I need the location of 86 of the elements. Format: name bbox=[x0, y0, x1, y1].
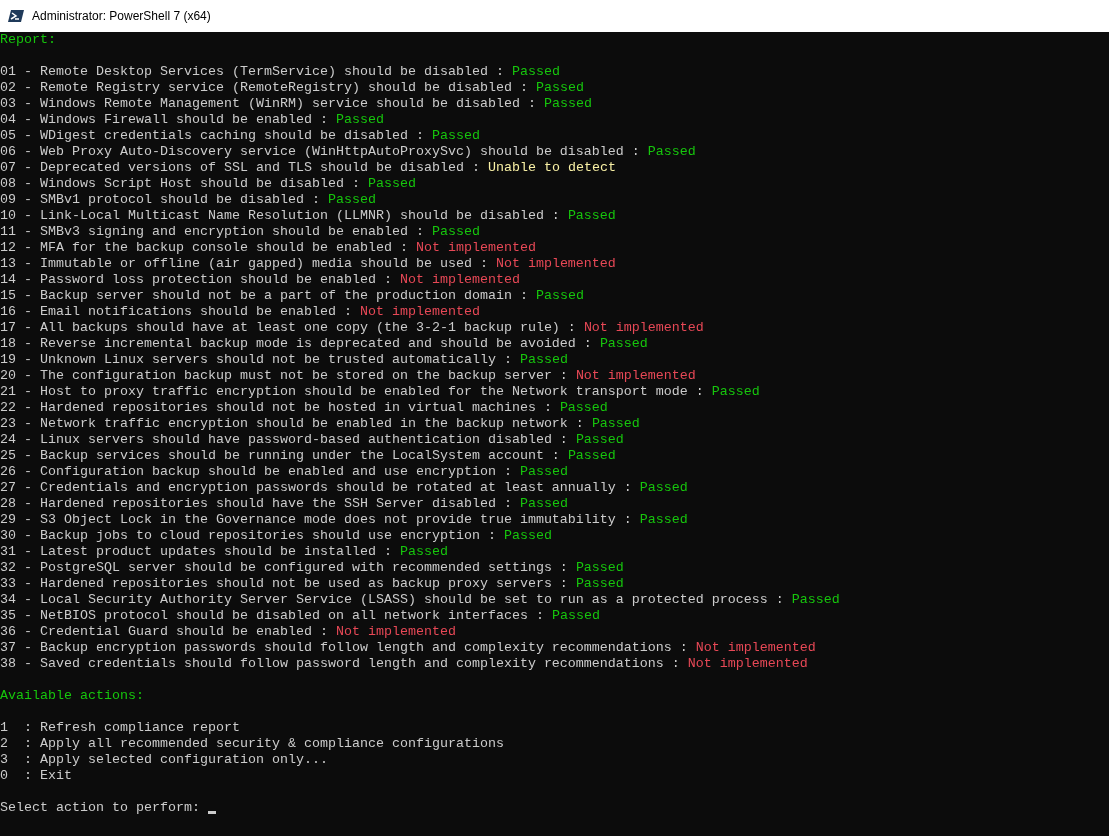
check-label: 28 - Hardened repositories should have the SSH Server disabled : bbox=[0, 496, 512, 512]
check-label: 34 - Local Security Authority Server Service (LSASS) should be set to run as a protected process : bbox=[0, 592, 784, 608]
status-text: Passed bbox=[575, 432, 624, 448]
check-label: 15 - Backup server should not be a part of the production domain : bbox=[0, 288, 528, 304]
report-heading: Report: bbox=[0, 32, 56, 48]
status-text: Passed bbox=[647, 144, 696, 160]
status-text: Passed bbox=[575, 576, 624, 592]
check-label: 10 - Link-Local Multicast Name Resolution (LLMNR) should be disabled : bbox=[0, 208, 560, 224]
status-text: Passed bbox=[503, 528, 552, 544]
check-label: 04 - Windows Firewall should be enabled : bbox=[0, 112, 328, 128]
status-text: Passed bbox=[791, 592, 840, 608]
terminal-icon bbox=[8, 9, 24, 23]
check-label: 25 - Backup services should be running under the LocalSystem account : bbox=[0, 448, 560, 464]
check-label: 26 - Configuration backup should be enabled and use encryption : bbox=[0, 464, 512, 480]
status-text: Unable to detect bbox=[487, 160, 616, 176]
check-label: 23 - Network traffic encryption should be enabled in the backup network : bbox=[0, 416, 584, 432]
status-text: Not implemented bbox=[495, 256, 616, 272]
status-text: Passed bbox=[327, 192, 376, 208]
actions-heading: Available actions: bbox=[0, 688, 144, 704]
status-text: Passed bbox=[431, 128, 480, 144]
check-label: 38 - Saved credentials should follow password length and complexity recommendations : bbox=[0, 656, 680, 672]
check-label: 35 - NetBIOS protocol should be disabled on all network interfaces : bbox=[0, 608, 544, 624]
status-text: Not implemented bbox=[687, 656, 808, 672]
check-label: 31 - Latest product updates should be installed : bbox=[0, 544, 392, 560]
status-text: Not implemented bbox=[399, 272, 520, 288]
check-label: 37 - Backup encryption passwords should follow length and complexity recommendations : bbox=[0, 640, 688, 656]
check-label: 09 - SMBv1 protocol should be disabled : bbox=[0, 192, 320, 208]
status-text: Passed bbox=[567, 208, 616, 224]
status-text: Passed bbox=[535, 288, 584, 304]
check-label: 32 - PostgreSQL server should be configured with recommended settings : bbox=[0, 560, 568, 576]
status-text: Passed bbox=[599, 336, 648, 352]
check-label: 17 - All backups should have at least one copy (the 3-2-1 backup rule) : bbox=[0, 320, 576, 336]
status-text: Passed bbox=[711, 384, 760, 400]
prompt-text: Select action to perform: bbox=[0, 800, 200, 816]
check-label: 20 - The configuration backup must not be stored on the backup server : bbox=[0, 368, 568, 384]
check-label: 27 - Credentials and encryption passwords should be rotated at least annually : bbox=[0, 480, 632, 496]
text-cursor bbox=[207, 811, 216, 814]
status-text: Not implemented bbox=[415, 240, 536, 256]
check-label: 13 - Immutable or offline (air gapped) media should be used : bbox=[0, 256, 488, 272]
check-label: 06 - Web Proxy Auto-Discovery service (WinHttpAutoProxySvc) should be disabled : bbox=[0, 144, 640, 160]
status-text: Passed bbox=[559, 400, 608, 416]
status-text: Passed bbox=[543, 96, 592, 112]
check-label: 16 - Email notifications should be enabled : bbox=[0, 304, 352, 320]
status-text: Passed bbox=[519, 464, 568, 480]
window-title: Administrator: PowerShell 7 (x64) bbox=[32, 8, 211, 25]
status-text: Passed bbox=[511, 64, 560, 80]
status-text: Not implemented bbox=[335, 624, 456, 640]
status-text: Passed bbox=[639, 512, 688, 528]
check-label: 08 - Windows Script Host should be disabled : bbox=[0, 176, 360, 192]
status-text: Passed bbox=[431, 224, 480, 240]
action-line: 0 : Exit bbox=[0, 768, 72, 784]
status-text: Passed bbox=[399, 544, 448, 560]
action-line: 1 : Refresh compliance report bbox=[0, 720, 240, 736]
check-label: 24 - Linux servers should have password-based authentication disabled : bbox=[0, 432, 568, 448]
check-label: 01 - Remote Desktop Services (TermService) should be disabled : bbox=[0, 64, 504, 80]
check-label: 18 - Reverse incremental backup mode is deprecated and should be avoided : bbox=[0, 336, 592, 352]
status-text: Passed bbox=[535, 80, 584, 96]
status-text: Passed bbox=[335, 112, 384, 128]
check-label: 22 - Hardened repositories should not be hosted in virtual machines : bbox=[0, 400, 552, 416]
check-label: 29 - S3 Object Lock in the Governance mode does not provide true immutability : bbox=[0, 512, 632, 528]
check-label: 12 - MFA for the backup console should be enabled : bbox=[0, 240, 408, 256]
status-text: Passed bbox=[519, 352, 568, 368]
action-line: 2 : Apply all recommended security & compliance configurations bbox=[0, 736, 504, 752]
status-text: Not implemented bbox=[359, 304, 480, 320]
status-text: Not implemented bbox=[575, 368, 696, 384]
check-label: 03 - Windows Remote Management (WinRM) service should be disabled : bbox=[0, 96, 536, 112]
check-label: 33 - Hardened repositories should not be used as backup proxy servers : bbox=[0, 576, 568, 592]
check-label: 05 - WDigest credentials caching should be disabled : bbox=[0, 128, 424, 144]
check-label: 02 - Remote Registry service (RemoteRegistry) should be disabled : bbox=[0, 80, 528, 96]
status-text: Passed bbox=[567, 448, 616, 464]
status-text: Passed bbox=[591, 416, 640, 432]
check-label: 07 - Deprecated versions of SSL and TLS should be disabled : bbox=[0, 160, 480, 176]
check-label: 14 - Password loss protection should be enabled : bbox=[0, 272, 392, 288]
status-text: Passed bbox=[639, 480, 688, 496]
status-text: Passed bbox=[367, 176, 416, 192]
status-text: Passed bbox=[519, 496, 568, 512]
check-label: 36 - Credential Guard should be enabled : bbox=[0, 624, 328, 640]
status-text: Not implemented bbox=[583, 320, 704, 336]
status-text: Passed bbox=[551, 608, 600, 624]
status-text: Passed bbox=[575, 560, 624, 576]
status-text: Not implemented bbox=[695, 640, 816, 656]
check-label: 11 - SMBv3 signing and encryption should be enabled : bbox=[0, 224, 424, 240]
check-label: 30 - Backup jobs to cloud repositories should use encryption : bbox=[0, 528, 496, 544]
check-label: 19 - Unknown Linux servers should not be trusted automatically : bbox=[0, 352, 512, 368]
check-label: 21 - Host to proxy traffic encryption should be enabled for the Network transport mode : bbox=[0, 384, 704, 400]
action-line: 3 : Apply selected configuration only... bbox=[0, 752, 328, 768]
